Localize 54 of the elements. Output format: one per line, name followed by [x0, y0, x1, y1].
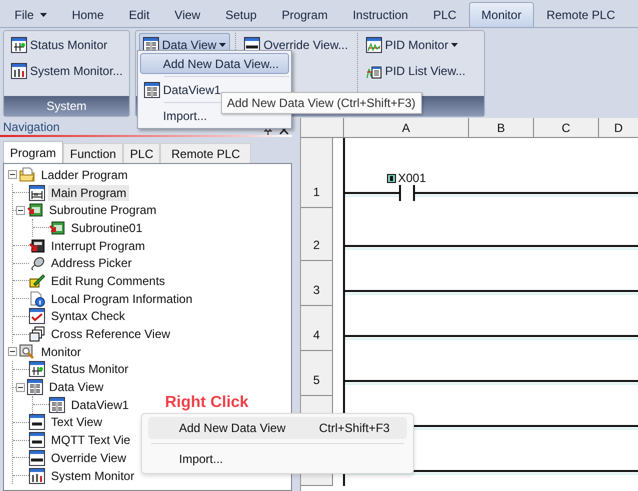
tree-item[interactable]: Subroutine Program	[46, 202, 160, 218]
ribbon-button[interactable]: PID Monitor	[362, 33, 470, 56]
row-number: 2	[301, 208, 333, 261]
tree-item[interactable]: Data View	[46, 379, 106, 396]
tooltip: Add New Data View (Ctrl+Shift+F3)	[221, 92, 422, 114]
annotation-label: Right Click	[165, 394, 249, 412]
menu-tab[interactable]: Program	[269, 2, 340, 27]
panel-tab[interactable]: Function	[63, 143, 124, 163]
menu-item[interactable]: Import...	[148, 448, 407, 470]
column-header: A	[344, 118, 469, 137]
menu-item[interactable]: Add New Data View Ctrl+Shift+F3	[148, 417, 407, 439]
tree-item[interactable]: Edit Rung Comments	[48, 272, 168, 289]
menu-tab[interactable]: Remote PLC	[534, 2, 628, 27]
column-header: D	[613, 120, 624, 136]
tree-item[interactable]: Subroutine01	[68, 220, 146, 236]
panel-title: Navigation	[3, 120, 60, 134]
tree-item[interactable]: Status Monitor	[48, 361, 132, 378]
menu-tab[interactable]: Instruction	[340, 2, 421, 27]
menu-item[interactable]: Add New Data View...	[140, 53, 289, 74]
menu-tab[interactable]: PLC	[420, 2, 469, 27]
ribbon-button[interactable]: System Monitor...	[7, 59, 127, 82]
shortcut-text: Ctrl+Shift+F3	[319, 421, 390, 435]
group-label: System	[4, 96, 129, 116]
tree-item[interactable]: Interrupt Program	[48, 238, 148, 254]
panel-tab[interactable]: Program	[3, 141, 64, 163]
tree-item[interactable]: Address Picker	[48, 255, 135, 272]
panel-tab[interactable]: Remote PLC	[160, 143, 252, 163]
menu-tab[interactable]: File	[2, 2, 60, 27]
menu-tab[interactable]: Edit	[116, 2, 162, 27]
tree-item[interactable]: Cross Reference View	[48, 326, 174, 342]
menu-tab[interactable]: Monitor	[468, 2, 534, 27]
tree-item[interactable]: Text View	[48, 414, 106, 430]
row-number: 4	[301, 306, 333, 351]
ribbon-button[interactable]: Status Monitor	[7, 33, 127, 56]
tree-item[interactable]: Monitor	[38, 344, 84, 360]
column-header: B	[469, 118, 534, 137]
row-number: 1	[301, 138, 333, 208]
tree-item[interactable]: System Monitor	[48, 468, 138, 484]
menu-tab[interactable]: Home	[59, 2, 116, 27]
menu-tab[interactable]: View	[162, 2, 213, 27]
row-number: 3	[301, 261, 333, 306]
tree-item[interactable]: Main Program	[48, 184, 130, 201]
ribbon-button[interactable]: PID List View...	[362, 59, 470, 82]
tree-item[interactable]: Local Program Information	[48, 290, 196, 307]
tree-item[interactable]: Ladder Program	[38, 166, 131, 183]
row-number: 5	[301, 351, 333, 396]
contact-address: X001	[398, 171, 426, 185]
tree-item[interactable]: MQTT Text Vie	[48, 432, 134, 448]
column-header: C	[534, 118, 599, 137]
tree-item[interactable]: Syntax Check	[48, 308, 128, 324]
tree-item[interactable]: DataView1	[68, 396, 132, 413]
panel-tab[interactable]: PLC	[123, 143, 160, 163]
menu-tab[interactable]: Setup	[212, 2, 270, 27]
tree-item[interactable]: Override View	[48, 450, 130, 466]
